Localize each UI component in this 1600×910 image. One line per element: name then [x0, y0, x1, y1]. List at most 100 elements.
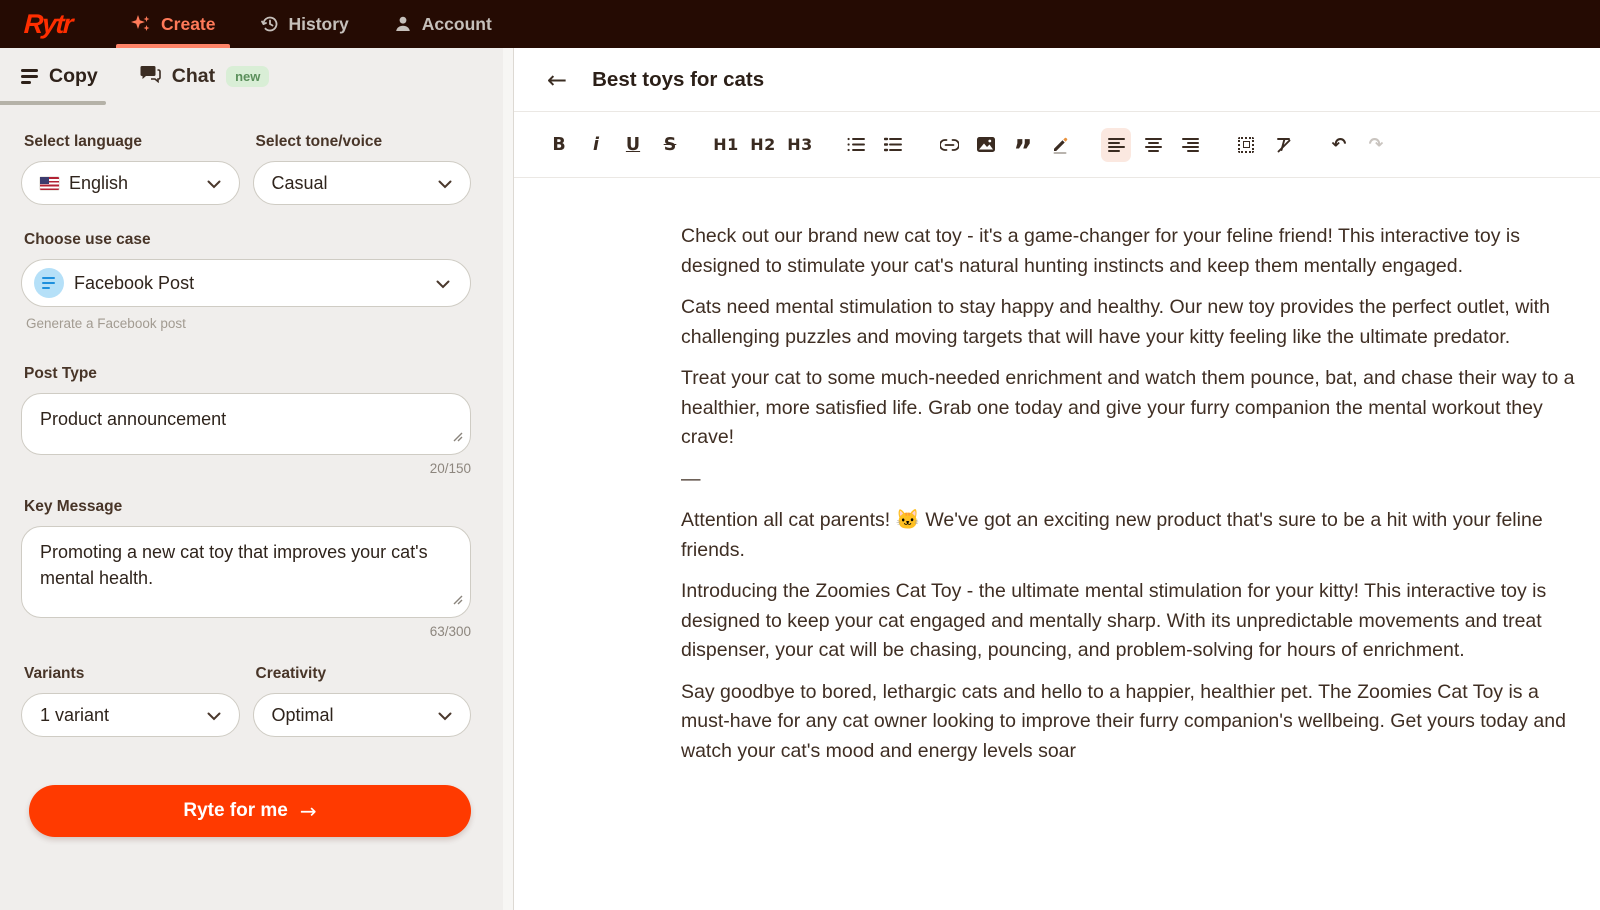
- align-left-button[interactable]: [1101, 128, 1131, 162]
- variants-select[interactable]: 1 variant: [21, 693, 240, 737]
- nav-item-label: Create: [161, 14, 215, 35]
- language-label: Select language: [24, 133, 240, 151]
- generator-form: Select language English Select tone/voic…: [0, 105, 513, 837]
- ryte-for-me-button[interactable]: Ryte for me →: [29, 785, 471, 837]
- paragraph: Treat your cat to some much-needed enric…: [681, 364, 1586, 453]
- key-message-value: Promoting a new cat toy that improves yo…: [40, 542, 428, 588]
- chevron-down-icon: [436, 273, 450, 294]
- sparkle-icon: [130, 13, 152, 35]
- highlight-pen-icon: [1051, 136, 1069, 154]
- arrow-right-icon: →: [300, 799, 317, 823]
- tab-copy[interactable]: Copy: [21, 65, 98, 88]
- editor-toolbar: B i U S H1 H2 H3: [514, 112, 1600, 178]
- heading-1-button[interactable]: H1: [711, 128, 741, 162]
- tab-chat[interactable]: Chat new: [140, 64, 270, 89]
- tab-label: Chat: [172, 65, 215, 88]
- ordered-list-icon: [884, 137, 902, 152]
- key-message-label: Key Message: [24, 498, 471, 516]
- nav-item-create[interactable]: Create: [130, 0, 215, 48]
- us-flag-icon: [40, 177, 59, 190]
- image-button[interactable]: [971, 128, 1001, 162]
- chevron-down-icon: [207, 705, 221, 726]
- highlight-button[interactable]: [1045, 128, 1075, 162]
- link-button[interactable]: [934, 128, 964, 162]
- editor-content-area[interactable]: Check out our brand new cat toy - it's a…: [514, 178, 1586, 766]
- paragraph-divider: —: [681, 465, 1586, 495]
- copy-tab-underline: [0, 101, 106, 105]
- post-type-value: Product announcement: [40, 409, 226, 429]
- resize-handle-icon[interactable]: [453, 423, 463, 449]
- undo-button[interactable]: ↶: [1324, 128, 1354, 162]
- sidebar: Copy Chat new Select language: [0, 48, 514, 910]
- creativity-select[interactable]: Optimal: [253, 693, 472, 737]
- bullet-list-button[interactable]: [841, 128, 871, 162]
- image-icon: [977, 137, 995, 152]
- language-value: English: [69, 173, 128, 194]
- use-case-label: Choose use case: [24, 231, 471, 249]
- nav-item-label: History: [289, 14, 349, 35]
- key-message-input[interactable]: Promoting a new cat toy that improves yo…: [21, 526, 471, 618]
- document-title: Best toys for cats: [592, 68, 764, 92]
- clear-formatting-button[interactable]: [1268, 128, 1298, 162]
- rytr-logo[interactable]: Rytr: [23, 9, 73, 40]
- key-message-counter: 63/300: [21, 624, 471, 639]
- align-center-icon: [1145, 138, 1162, 152]
- select-all-icon: [1238, 137, 1254, 153]
- chat-bubble-icon: [140, 64, 161, 89]
- use-case-value: Facebook Post: [74, 273, 194, 294]
- text-lines-icon: [21, 69, 38, 83]
- person-icon: [393, 14, 413, 34]
- top-nav-bar: Rytr Create History A: [0, 0, 1600, 48]
- ordered-list-button[interactable]: [878, 128, 908, 162]
- editor-header: ← Best toys for cats: [514, 48, 1600, 112]
- nav-item-history[interactable]: History: [260, 0, 349, 48]
- tone-value: Casual: [272, 173, 328, 194]
- strikethrough-button[interactable]: S: [655, 128, 685, 162]
- heading-2-button[interactable]: H2: [748, 128, 778, 162]
- creativity-value: Optimal: [272, 705, 334, 726]
- post-type-input[interactable]: Product announcement: [21, 393, 471, 455]
- bullet-list-icon: [847, 137, 865, 152]
- use-case-helper: Generate a Facebook post: [26, 316, 471, 331]
- blockquote-button[interactable]: ”: [1008, 128, 1038, 162]
- paragraph: Introducing the Zoomies Cat Toy - the ul…: [681, 577, 1586, 666]
- post-type-label: Post Type: [24, 365, 471, 383]
- variants-label: Variants: [24, 665, 240, 683]
- select-all-button[interactable]: [1231, 128, 1261, 162]
- redo-icon: ↷: [1369, 135, 1384, 155]
- link-icon: [940, 139, 959, 151]
- heading-3-button[interactable]: H3: [785, 128, 815, 162]
- sidebar-scrollbar[interactable]: [503, 48, 513, 910]
- chevron-down-icon: [438, 705, 452, 726]
- use-case-select[interactable]: Facebook Post: [21, 259, 471, 307]
- paragraph: Attention all cat parents! 🐱 We've got a…: [681, 506, 1586, 565]
- undo-icon: ↶: [1332, 135, 1347, 155]
- nav-item-label: Account: [422, 14, 492, 35]
- bold-button[interactable]: B: [544, 128, 574, 162]
- back-arrow-icon[interactable]: ←: [547, 68, 567, 92]
- chevron-down-icon: [438, 173, 452, 194]
- creativity-label: Creativity: [256, 665, 472, 683]
- ryte-for-me-label: Ryte for me: [183, 800, 288, 822]
- history-clock-icon: [260, 14, 280, 34]
- language-select[interactable]: English: [21, 161, 240, 205]
- sidebar-tab-bar: Copy Chat new: [0, 48, 513, 105]
- tone-label: Select tone/voice: [256, 133, 472, 151]
- post-type-counter: 20/150: [21, 461, 471, 476]
- align-left-icon: [1108, 138, 1125, 152]
- nav-item-account[interactable]: Account: [393, 0, 492, 48]
- align-center-button[interactable]: [1138, 128, 1168, 162]
- editor-panel: ← Best toys for cats B i U S H1 H2 H3: [514, 48, 1600, 910]
- chevron-down-icon: [207, 173, 221, 194]
- resize-handle-icon[interactable]: [453, 586, 463, 612]
- paragraph: Say goodbye to bored, lethargic cats and…: [681, 678, 1586, 767]
- align-right-button[interactable]: [1175, 128, 1205, 162]
- redo-button[interactable]: ↷: [1361, 128, 1391, 162]
- paragraph: Check out our brand new cat toy - it's a…: [681, 222, 1586, 281]
- italic-button[interactable]: i: [581, 128, 611, 162]
- tab-label: Copy: [49, 65, 98, 88]
- new-badge: new: [226, 66, 269, 87]
- tone-select[interactable]: Casual: [253, 161, 472, 205]
- underline-button[interactable]: U: [618, 128, 648, 162]
- variants-value: 1 variant: [40, 705, 109, 726]
